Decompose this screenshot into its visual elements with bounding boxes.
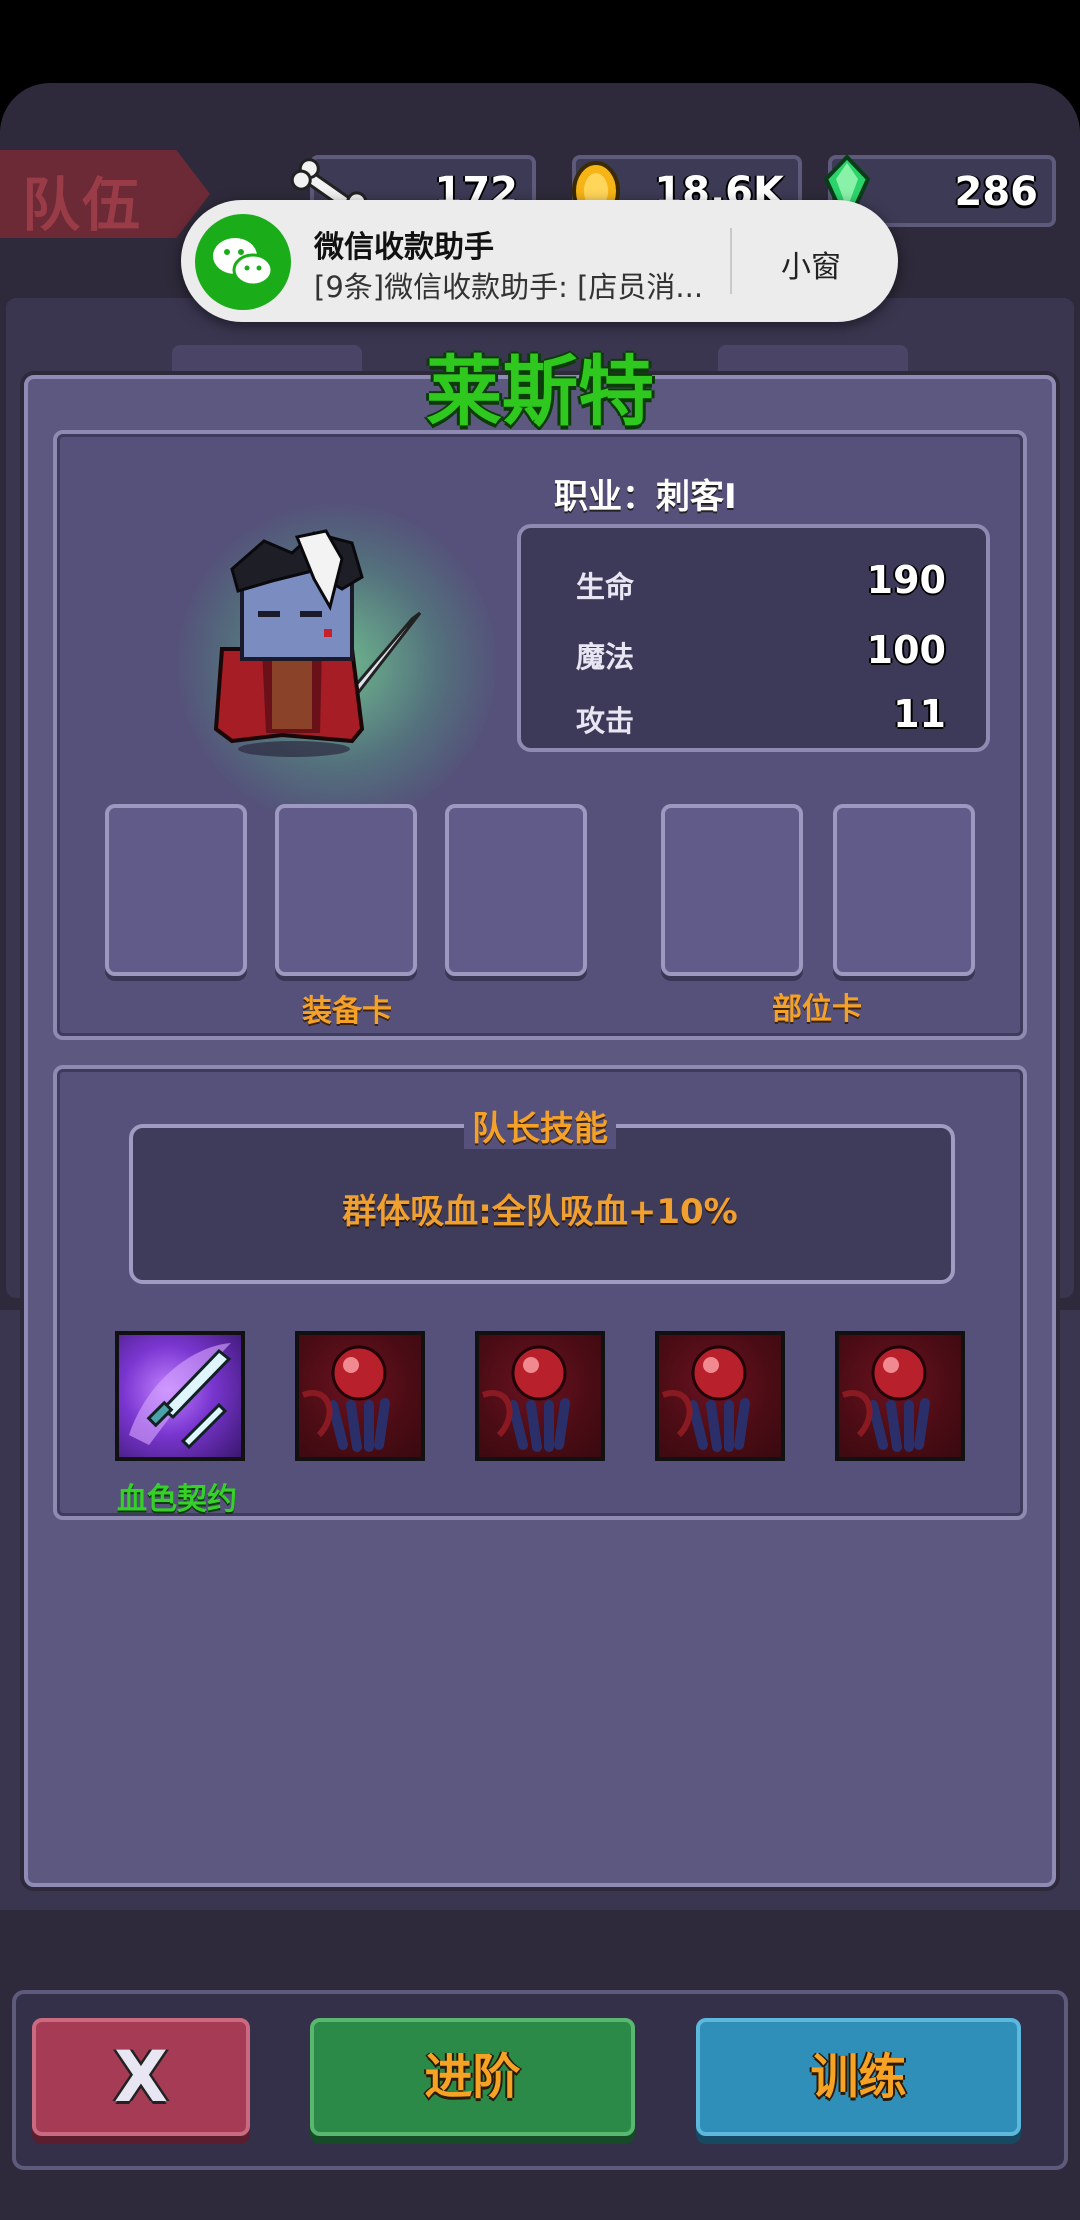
- blood-orb-icon: [301, 1345, 390, 1452]
- wechat-logo-icon: [195, 214, 291, 310]
- skill-box: 队长技能 群体吸血:全队吸血+10% 血色契约: [53, 1065, 1027, 1520]
- stat-value: 100: [866, 628, 946, 672]
- notification-title: 微信收款助手: [314, 230, 494, 265]
- skill-slot-1[interactable]: [115, 1331, 245, 1461]
- team-tab-label: 队伍: [22, 171, 143, 239]
- stats-panel: 生命 190 魔法 100 攻击 11: [517, 524, 990, 752]
- character-sprite[interactable]: [202, 529, 422, 759]
- leader-skill-title-text: 队长技能: [464, 1109, 616, 1149]
- stat-hp: 生命 190: [576, 556, 946, 606]
- skill-slot-5[interactable]: [835, 1331, 965, 1461]
- skill-slot-2[interactable]: [295, 1331, 425, 1461]
- blood-orb-icon: [481, 1345, 570, 1452]
- notification-divider: [730, 228, 732, 294]
- stat-label: 生命: [576, 570, 635, 604]
- train-label: 训练: [810, 2049, 907, 2105]
- small-window-button[interactable]: 小窗: [781, 242, 841, 286]
- notification-message: [9条]微信收款助手: [店员消...: [314, 270, 704, 304]
- skill-slot-3[interactable]: [475, 1331, 605, 1461]
- equipment-card-label: 装备卡: [302, 994, 392, 1029]
- skill-name: 血色契约: [117, 1482, 237, 1517]
- character-info-box: 职业：刺客Ⅰ 生命 190 魔法 100 攻击 11 装备卡 部位卡: [53, 430, 1027, 1040]
- train-button[interactable]: 训练: [696, 2018, 1021, 2136]
- equipment-slot-3[interactable]: [445, 804, 587, 976]
- close-button[interactable]: X: [32, 2018, 250, 2136]
- advance-button[interactable]: 进阶: [310, 2018, 635, 2136]
- wechat-notification[interactable]: 微信收款助手 [9条]微信收款助手: [店员消... 小窗: [181, 200, 898, 322]
- leader-skill-description: 群体吸血:全队吸血+10%: [342, 1192, 738, 1232]
- stat-label: 攻击: [576, 704, 635, 738]
- stat-label: 魔法: [576, 640, 635, 674]
- character-name: 莱斯特: [426, 347, 654, 436]
- team-tab[interactable]: 队伍: [0, 150, 210, 238]
- stat-value: 190: [866, 558, 946, 602]
- part-slot-1[interactable]: [661, 804, 803, 976]
- class-label: 职业：刺客Ⅰ: [554, 477, 737, 517]
- stat-mp: 魔法 100: [576, 626, 946, 676]
- leader-skill-title: 队长技能: [57, 1101, 1023, 1150]
- blood-orb-icon: [661, 1345, 750, 1452]
- part-card-label: 部位卡: [772, 992, 862, 1027]
- blood-orb-icon: [841, 1345, 930, 1452]
- equipment-slot-2[interactable]: [275, 804, 417, 976]
- close-label: X: [114, 2036, 168, 2118]
- equipment-slot-1[interactable]: [105, 804, 247, 976]
- gem-count: 286: [954, 169, 1039, 215]
- stat-atk: 攻击 11: [576, 690, 946, 740]
- crystal-blade-icon: [129, 1343, 232, 1450]
- stat-value: 11: [893, 692, 946, 736]
- part-slot-2[interactable]: [833, 804, 975, 976]
- skill-slot-4[interactable]: [655, 1331, 785, 1461]
- advance-label: 进阶: [424, 2049, 521, 2105]
